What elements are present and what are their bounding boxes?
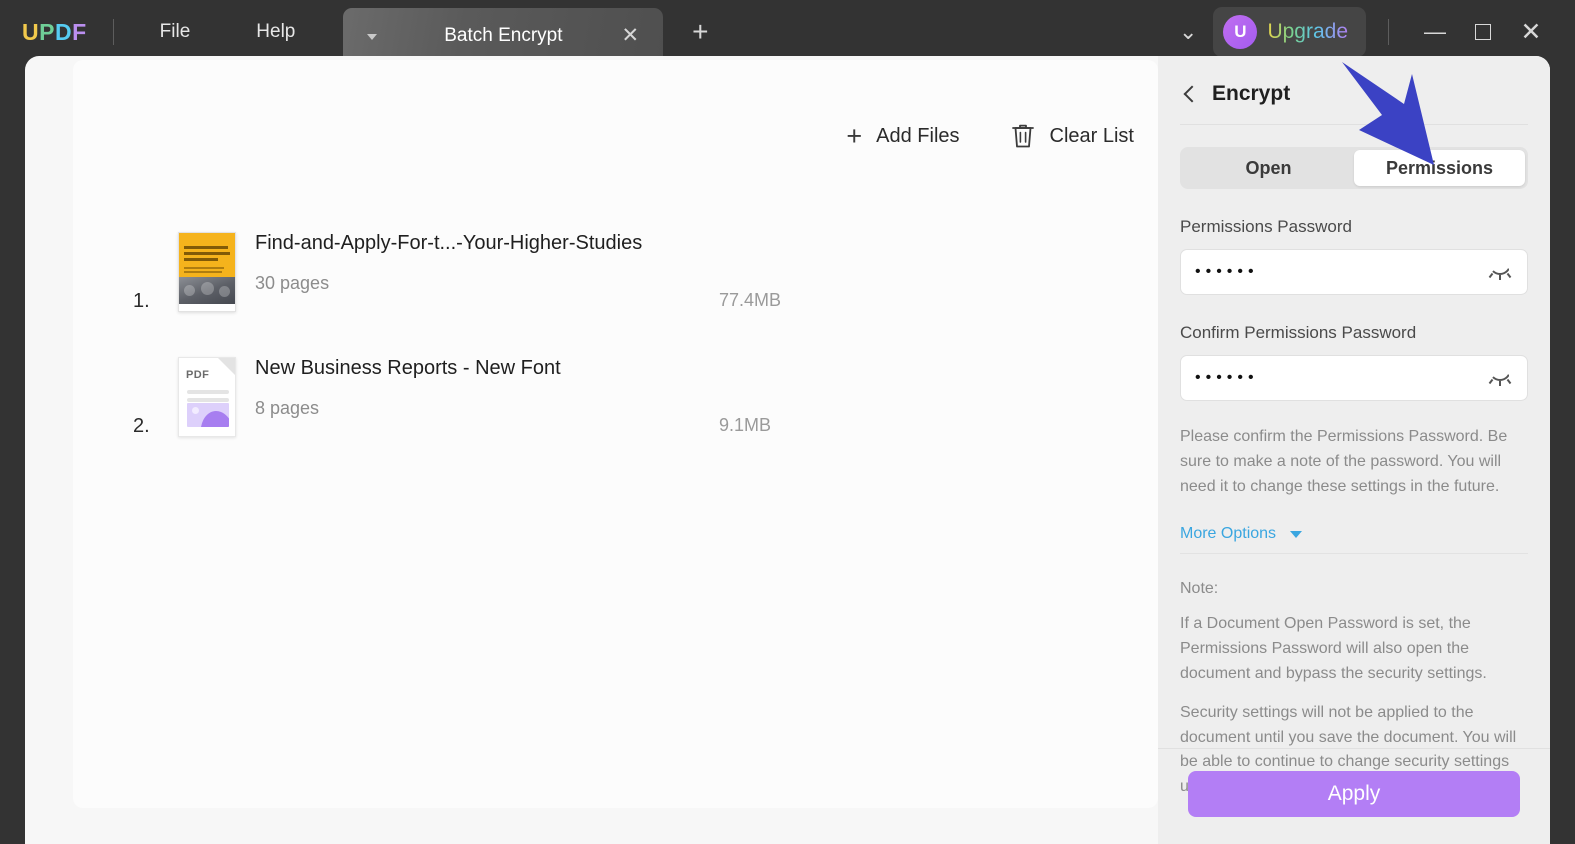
logo-letter-u: U xyxy=(22,18,40,45)
password-hint-text: Please confirm the Permissions Password.… xyxy=(1180,428,1508,495)
menu-help[interactable]: Help xyxy=(236,15,315,49)
tab-chevron-down-icon[interactable] xyxy=(367,34,378,40)
upgrade-label: Upgrade xyxy=(1267,20,1348,43)
title-bar: U P D F File Help Batch Encrypt ✕ + ⌄ U … xyxy=(0,0,1575,64)
file-info: Find-and-Apply-For-t...-Your-Higher-Stud… xyxy=(255,232,642,294)
file-info: New Business Reports - New Font 8 pages xyxy=(255,357,561,419)
app-window: U P D F File Help Batch Encrypt ✕ + ⌄ U … xyxy=(0,0,1575,844)
note-title: Note: xyxy=(1180,580,1219,598)
logo-letter-d: D xyxy=(54,18,73,45)
file-name: New Business Reports - New Font xyxy=(255,357,561,379)
eye-closed-icon[interactable] xyxy=(1487,264,1513,280)
updf-logo[interactable]: U P D F xyxy=(22,19,87,46)
clear-list-label: Clear List xyxy=(1049,124,1134,147)
pdf-image-sun xyxy=(192,407,199,414)
upgrade-badge-icon: U xyxy=(1223,15,1258,49)
tab-permissions[interactable]: Permissions xyxy=(1354,150,1525,186)
thumb-photo-person-1 xyxy=(184,284,195,296)
maximize-button[interactable] xyxy=(1459,12,1507,52)
tab-open[interactable]: Open xyxy=(1183,150,1354,186)
pdf-image-placeholder xyxy=(187,403,229,427)
cover-thumbnail-icon xyxy=(178,232,236,312)
file-index: 1. xyxy=(133,290,150,312)
note-paragraph: If a Document Open Password is set, the … xyxy=(1180,615,1487,682)
thumb-photo-person-2 xyxy=(201,281,214,295)
more-options-link[interactable]: More Options xyxy=(1180,525,1276,543)
menu-file[interactable]: File xyxy=(140,15,211,49)
panel-footer: Apply xyxy=(1158,748,1550,844)
eye-lash-1 xyxy=(1488,272,1494,279)
thumb-subline-1 xyxy=(184,267,224,269)
page-title: Encrypt xyxy=(1212,82,1291,105)
file-pages: 30 pages xyxy=(255,273,330,293)
logo-divider xyxy=(112,19,114,45)
workspace: + Add Files Clear List 1. Find-and-Apply… xyxy=(25,56,1550,844)
permissions-password-label: Permissions Password xyxy=(1180,217,1352,236)
eye-closed-icon[interactable] xyxy=(1487,370,1513,386)
panel-divider xyxy=(1180,124,1528,125)
logo-letter-p: P xyxy=(39,18,55,45)
minimize-button[interactable]: — xyxy=(1411,12,1459,52)
file-size: 77.4MB xyxy=(719,290,782,310)
tab-title: Batch Encrypt xyxy=(444,25,563,46)
permissions-password-value: •••••• xyxy=(1195,263,1259,280)
pdf-line-2 xyxy=(187,398,229,402)
eye-lash-3 xyxy=(1506,272,1512,279)
file-thumbnail: PDF xyxy=(178,357,236,437)
confirm-password-field[interactable]: •••••• xyxy=(1180,355,1528,401)
trash-icon xyxy=(1011,124,1034,148)
file-size: 9.1MB xyxy=(719,415,772,435)
list-actions: + Add Files Clear List xyxy=(846,122,1134,150)
more-options-row[interactable]: More Options xyxy=(1180,525,1528,555)
confirm-password-value: •••••• xyxy=(1195,369,1259,386)
apply-button[interactable]: Apply xyxy=(1188,771,1520,817)
file-index: 2. xyxy=(133,415,150,437)
eye-lash-1 xyxy=(1488,378,1494,385)
chevron-left-icon[interactable] xyxy=(1180,84,1200,104)
titlebar-right-group: ⌄ U Upgrade — ✕ xyxy=(1163,7,1575,57)
encrypt-panel: Encrypt Open Permissions Permissions Pas… xyxy=(1158,56,1550,844)
panel-header: Encrypt xyxy=(1158,56,1550,106)
pdf-file-icon: PDF xyxy=(178,357,236,437)
pdf-label: PDF xyxy=(186,369,210,381)
table-row[interactable]: 1. Find-and-Apply-For-t...-Your-Higher-S… xyxy=(73,212,1158,312)
thumb-headline-3 xyxy=(184,258,218,261)
eye-lash-3 xyxy=(1506,378,1512,385)
pdf-image-hill xyxy=(197,408,229,427)
eye-lash-2 xyxy=(1499,275,1501,280)
tab-close-icon[interactable]: ✕ xyxy=(619,25,641,47)
file-thumbnail xyxy=(178,232,236,312)
plus-icon: + xyxy=(846,121,863,151)
thumb-subline-2 xyxy=(184,271,222,273)
add-files-button[interactable]: + Add Files xyxy=(846,121,960,151)
table-row[interactable]: 2. PDF New Business Reports - New Font 8… xyxy=(73,337,1158,437)
thumb-bottom-strip xyxy=(179,304,235,311)
thumb-headline-1 xyxy=(184,246,228,249)
confirm-password-label: Confirm Permissions Password xyxy=(1180,323,1417,342)
file-pages: 8 pages xyxy=(255,398,320,418)
thumb-headline-2 xyxy=(184,252,230,255)
clear-list-button[interactable]: Clear List xyxy=(1010,122,1134,150)
logo-letter-f: F xyxy=(72,18,87,45)
maximize-icon xyxy=(1475,24,1491,40)
file-list-card: + Add Files Clear List 1. Find-and-Apply… xyxy=(73,60,1158,808)
permissions-password-field[interactable]: •••••• xyxy=(1180,249,1528,295)
caret-down-icon[interactable] xyxy=(1290,530,1303,538)
chevron-down-icon[interactable]: ⌄ xyxy=(1163,19,1213,45)
eye-lash-2 xyxy=(1499,381,1501,386)
close-button[interactable]: ✕ xyxy=(1507,12,1555,52)
add-files-label: Add Files xyxy=(876,124,960,147)
new-tab-button[interactable]: + xyxy=(685,16,715,48)
pdf-fold-corner xyxy=(218,358,235,375)
window-controls-divider xyxy=(1388,19,1389,45)
encrypt-mode-tabs: Open Permissions xyxy=(1180,147,1528,189)
upgrade-button[interactable]: U Upgrade xyxy=(1213,7,1366,57)
thumb-photo-person-3 xyxy=(219,285,230,297)
file-name: Find-and-Apply-For-t...-Your-Higher-Stud… xyxy=(255,232,643,254)
pdf-line-1 xyxy=(187,390,229,394)
